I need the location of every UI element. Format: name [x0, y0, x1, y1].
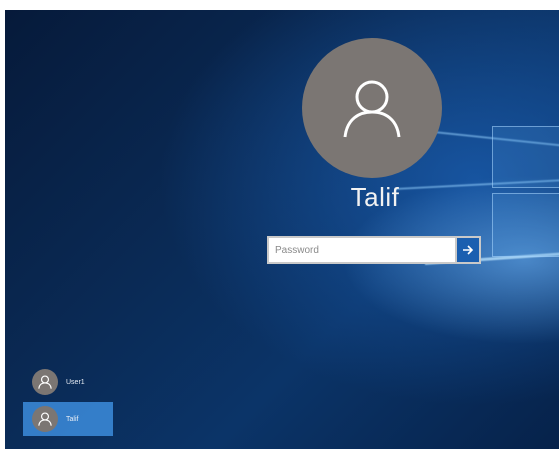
person-icon — [38, 375, 52, 389]
user-list-item-label: Talif — [66, 415, 79, 423]
user-list-item-label: User1 — [66, 378, 85, 386]
windows-logo-pane — [492, 193, 559, 257]
submit-button[interactable] — [457, 236, 481, 264]
arrow-right-icon — [463, 245, 474, 255]
user-avatar-small — [32, 369, 58, 395]
user-list-item-user1[interactable]: User1 — [29, 368, 105, 396]
password-field-group — [267, 236, 481, 264]
user-avatar-small — [32, 406, 58, 432]
person-icon — [38, 412, 52, 426]
lock-screen-background: Talif User1 Talif — [5, 10, 559, 449]
person-icon — [343, 80, 401, 138]
windows-logo-pane — [492, 126, 559, 188]
user-list-item-talif[interactable]: Talif — [23, 402, 113, 436]
password-input[interactable] — [267, 236, 457, 264]
user-avatar-large — [302, 38, 442, 178]
username-label: Talif — [350, 182, 400, 212]
